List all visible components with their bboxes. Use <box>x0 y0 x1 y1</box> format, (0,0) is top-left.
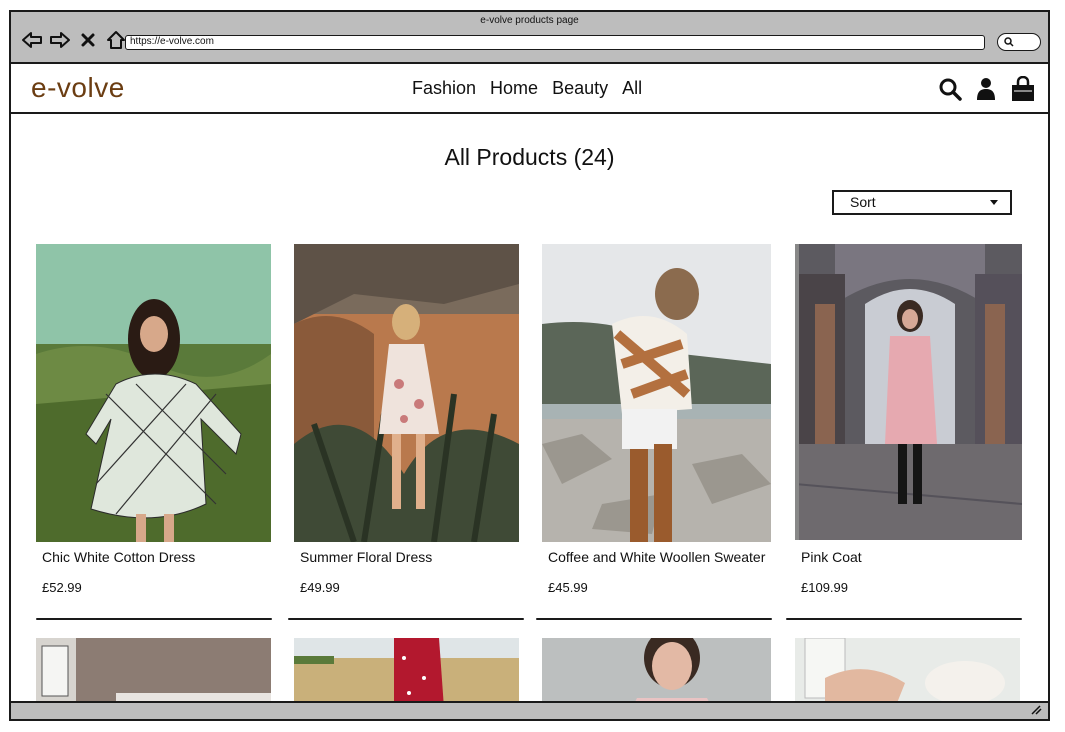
forward-icon[interactable] <box>49 30 71 50</box>
product-image[interactable] <box>294 244 519 542</box>
header-actions <box>938 75 1036 107</box>
user-icon[interactable] <box>976 77 996 106</box>
product-image[interactable] <box>294 638 519 703</box>
divider <box>536 618 772 620</box>
browser-titlebar: e-volve products page https://e-volve.co… <box>11 12 1048 64</box>
product-name[interactable]: Chic White Cotton Dress <box>42 549 195 565</box>
sort-label: Sort <box>850 194 876 210</box>
shopping-bag-icon[interactable] <box>1010 75 1036 107</box>
main-menu: Fashion Home Beauty All <box>412 78 642 99</box>
page-title: All Products (24) <box>444 144 615 170</box>
main-content: All Products (24) Sort Chic White Cotton… <box>11 116 1048 703</box>
product-price: £109.99 <box>801 580 848 595</box>
divider <box>288 618 524 620</box>
product-price: £45.99 <box>548 580 588 595</box>
logo[interactable]: e-volve <box>31 72 125 104</box>
browser-search[interactable] <box>997 33 1041 51</box>
product-image[interactable] <box>36 244 271 542</box>
close-icon[interactable] <box>77 30 99 50</box>
menu-item-beauty[interactable]: Beauty <box>552 78 608 99</box>
product-image[interactable] <box>542 638 771 703</box>
divider <box>786 618 1022 620</box>
product-name[interactable]: Coffee and White Woollen Sweater <box>548 549 765 565</box>
home-icon[interactable] <box>105 30 127 50</box>
product-name[interactable]: Summer Floral Dress <box>300 549 432 565</box>
window-title: e-volve products page <box>480 15 579 26</box>
product-price: £52.99 <box>42 580 82 595</box>
product-image[interactable] <box>542 244 771 542</box>
site-header: e-volve Fashion Home Beauty All <box>11 64 1048 114</box>
back-icon[interactable] <box>21 30 43 50</box>
product-name[interactable]: Pink Coat <box>801 549 862 565</box>
menu-item-home[interactable]: Home <box>490 78 538 99</box>
menu-item-fashion[interactable]: Fashion <box>412 78 476 99</box>
resize-grip-icon[interactable] <box>1030 705 1042 715</box>
browser-statusbar <box>11 701 1048 719</box>
chevron-down-icon <box>990 200 998 205</box>
search-icon[interactable] <box>938 77 962 106</box>
product-image[interactable] <box>36 638 271 703</box>
product-image[interactable] <box>795 244 1022 540</box>
menu-item-all[interactable]: All <box>622 78 642 99</box>
product-price: £49.99 <box>300 580 340 595</box>
browser-nav <box>21 30 127 50</box>
address-bar[interactable]: https://e-volve.com <box>125 35 985 50</box>
sort-dropdown[interactable]: Sort <box>832 190 1012 215</box>
search-icon <box>1004 37 1014 47</box>
browser-window: e-volve products page https://e-volve.co… <box>9 10 1050 721</box>
divider <box>36 618 272 620</box>
product-image[interactable] <box>795 638 1020 703</box>
